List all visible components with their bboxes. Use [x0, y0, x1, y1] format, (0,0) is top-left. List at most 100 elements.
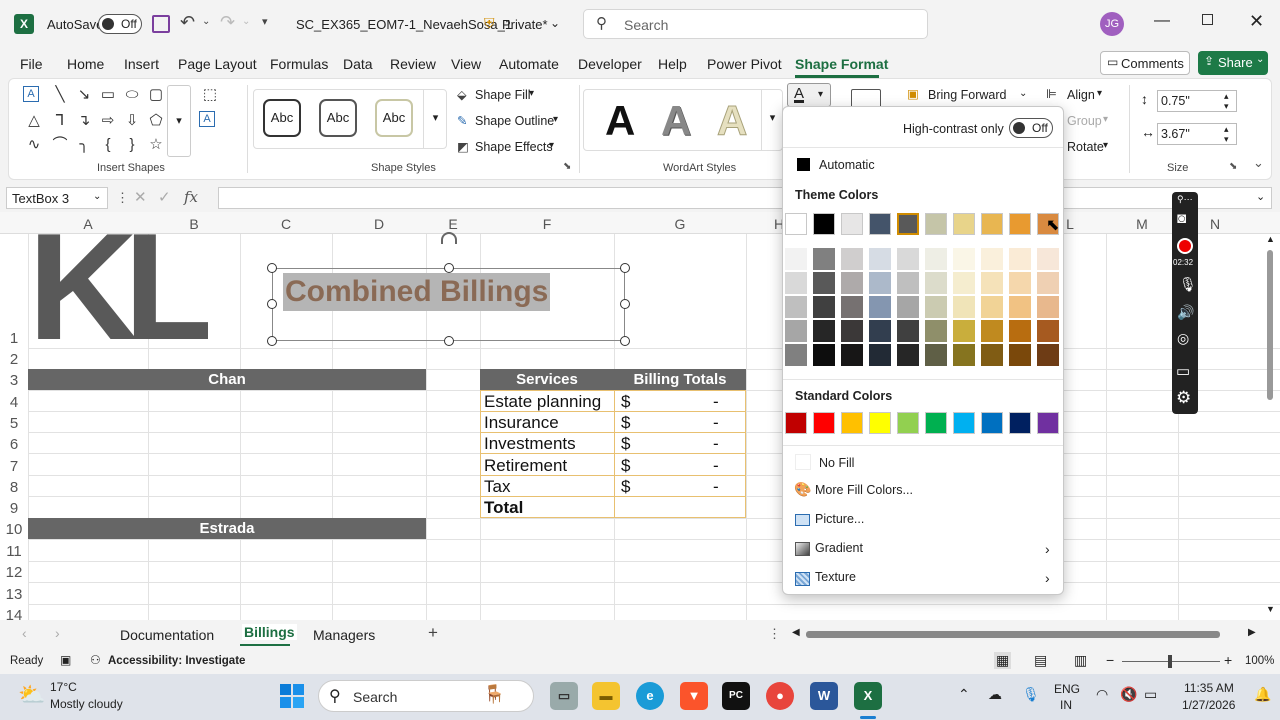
redo-dropdown-icon[interactable]: ⌄ [242, 16, 250, 27]
shape-outline-button[interactable]: Shape Outline [475, 114, 554, 128]
arc-shape-icon[interactable]: ⌒ [49, 135, 71, 155]
next-sheet-icon[interactable]: › [55, 625, 60, 641]
weather-icon[interactable]: ⛅ [18, 682, 45, 708]
zoom-out-icon[interactable]: − [1106, 652, 1114, 668]
resize-handle[interactable] [267, 336, 277, 346]
texture-option[interactable]: Texture [815, 570, 856, 584]
row-header-14[interactable]: 14 [0, 607, 28, 620]
row-header-11[interactable]: 11 [0, 543, 28, 560]
services-header[interactable]: Services [480, 369, 614, 390]
shape-styles-launcher-icon[interactable]: ⬊ [563, 161, 571, 172]
col-header-b[interactable]: B [148, 216, 240, 234]
oval-shape-icon[interactable]: ⬭ [121, 85, 143, 105]
theme-color-swatch[interactable] [1009, 213, 1031, 235]
standard-color-swatch[interactable] [1009, 412, 1031, 434]
normal-view-icon[interactable]: ▦ [994, 652, 1012, 669]
tab-page-layout[interactable]: Page Layout [178, 56, 257, 72]
shape-fill-button[interactable]: Shape Fill [475, 88, 531, 102]
picture-option[interactable]: Picture... [815, 512, 864, 526]
theme-color-swatch[interactable] [869, 213, 891, 235]
sheet-tab-managers[interactable]: Managers [313, 627, 375, 643]
expand-formula-icon[interactable]: ⌄ [1256, 190, 1265, 203]
row-header-3[interactable]: 3 [0, 372, 28, 389]
theme-shade-swatch[interactable] [981, 320, 1003, 342]
theme-shade-swatch[interactable] [1009, 272, 1031, 294]
wordart-style-1[interactable]: A [605, 97, 635, 145]
hscroll-right-icon[interactable]: ▶ [1248, 627, 1256, 638]
more-fill-colors-option[interactable]: More Fill Colors... [815, 483, 913, 497]
theme-shade-swatch[interactable] [1037, 248, 1059, 270]
file-explorer-icon[interactable]: ▭ [550, 682, 578, 710]
bring-forward-chevron-icon[interactable]: ⌄ [1019, 88, 1027, 99]
restore-icon[interactable] [1202, 14, 1213, 25]
theme-shade-swatch[interactable] [953, 248, 975, 270]
theme-shade-swatch[interactable] [813, 320, 835, 342]
theme-shade-swatch[interactable] [897, 296, 919, 318]
theme-color-swatch[interactable] [785, 213, 807, 235]
style-abc-2[interactable]: Abc [319, 99, 357, 137]
select-all-corner[interactable] [0, 212, 28, 234]
left-brace-shape-icon[interactable]: { [97, 135, 119, 155]
elbow-arrow-icon[interactable]: ↴ [73, 111, 95, 131]
wifi-icon[interactable]: ◠ [1096, 686, 1108, 703]
col-header-n[interactable]: N [1198, 216, 1232, 234]
standard-color-swatch[interactable] [841, 412, 863, 434]
name-box-chevron-icon[interactable]: ⌄ [93, 191, 101, 202]
down-arrow-shape-icon[interactable]: ⇩ [121, 111, 143, 131]
rectangle-shape-icon[interactable]: ▭ [97, 85, 119, 105]
avatar[interactable]: JG [1100, 12, 1124, 36]
zoom-slider-thumb[interactable] [1168, 655, 1172, 668]
theme-color-swatch[interactable] [841, 213, 863, 235]
autosave-toggle[interactable]: Off [98, 14, 142, 34]
resize-handle[interactable] [267, 263, 277, 273]
star-shape-icon[interactable]: ☆ [145, 135, 167, 155]
row-header-9[interactable]: 9 [0, 500, 28, 517]
cancel-entry-icon[interactable]: ✕ [134, 188, 147, 206]
notifications-icon[interactable]: 🔔 [1254, 686, 1271, 703]
record-icon[interactable] [1177, 238, 1193, 254]
theme-color-swatch[interactable] [925, 213, 947, 235]
theme-shade-swatch[interactable] [981, 248, 1003, 270]
elbow-connector-icon[interactable]: ⅂ [49, 111, 71, 131]
resize-handle[interactable] [620, 263, 630, 273]
service-cell[interactable]: Estate planning [484, 392, 601, 412]
col-header-e[interactable]: E [426, 216, 480, 234]
scroll-down-icon[interactable]: ▼ [1266, 604, 1275, 614]
tab-file[interactable]: File [20, 56, 43, 72]
billing-totals-header[interactable]: Billing Totals [614, 369, 746, 390]
theme-shade-swatch[interactable] [981, 272, 1003, 294]
theme-shade-swatch[interactable] [925, 248, 947, 270]
theme-shade-swatch[interactable] [953, 272, 975, 294]
shape-effects-chevron-icon[interactable]: ▾ [549, 140, 554, 151]
battery-icon[interactable]: ▭ [1144, 686, 1157, 703]
theme-shade-swatch[interactable] [869, 248, 891, 270]
theme-shade-swatch[interactable] [813, 272, 835, 294]
edge-icon[interactable]: e [636, 682, 664, 710]
taskbar-search[interactable]: ⚲ Search 🪑 [318, 680, 534, 712]
theme-shade-swatch[interactable] [897, 272, 919, 294]
wordart-more-button[interactable]: ▾ [761, 89, 783, 151]
worksheet-grid[interactable]: A B C D E F G H L M N 1 2 3 4 5 6 7 8 9 … [0, 212, 1280, 620]
theme-shade-swatch[interactable] [813, 344, 835, 366]
insert-function-icon[interactable]: fx [184, 188, 198, 206]
collapse-ribbon-icon[interactable]: ⌄ [1253, 155, 1264, 171]
standard-color-swatch[interactable] [897, 412, 919, 434]
shape-effects-button[interactable]: Shape Effects [475, 140, 553, 154]
confirm-entry-icon[interactable]: ✓ [158, 188, 171, 206]
col-header-g[interactable]: G [614, 216, 746, 234]
resize-handle[interactable] [444, 336, 454, 346]
language-line1[interactable]: ENG [1054, 682, 1080, 696]
col-header-c[interactable]: C [240, 216, 332, 234]
billing-value[interactable]: - [713, 456, 719, 476]
billing-value[interactable]: - [713, 413, 719, 433]
standard-color-swatch[interactable] [785, 412, 807, 434]
sheet-tab-billings[interactable]: Billings [242, 624, 297, 640]
rounded-rect-shape-icon[interactable]: ▢ [145, 85, 167, 105]
bring-forward-button[interactable]: Bring Forward [928, 88, 1007, 102]
tab-review[interactable]: Review [390, 56, 436, 72]
gradient-submenu-chevron-icon[interactable]: › [1045, 541, 1050, 557]
curve-shape-icon[interactable]: ╮ [73, 135, 95, 155]
theme-shade-swatch[interactable] [841, 248, 863, 270]
col-header-a[interactable]: A [28, 216, 148, 234]
theme-shade-swatch[interactable] [953, 296, 975, 318]
